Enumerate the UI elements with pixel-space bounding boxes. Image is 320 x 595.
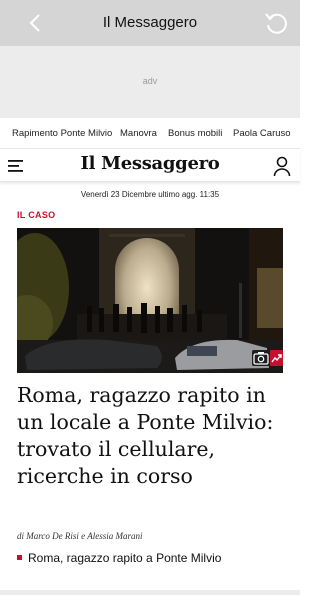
topic-link[interactable]: Rapimento Ponte Milvio xyxy=(12,128,112,139)
app-bar: Il Messaggero xyxy=(0,0,300,46)
topics-bar: Rapimento Ponte Milvio Manovra Bonus mob… xyxy=(0,118,300,148)
article-headline[interactable]: Roma, ragazzo rapito in un locale a Pont… xyxy=(17,382,287,490)
article-byline: di Marco De Risi e Alessia Marani xyxy=(17,531,143,541)
related-article-title[interactable]: Roma, ragazzo rapito a Ponte Milvio xyxy=(28,551,221,565)
last-updated-dateline: Venerdì 23 Dicembre ultimo agg. 11:35 xyxy=(80,190,220,199)
user-account-icon[interactable] xyxy=(272,155,292,177)
related-article-link[interactable]: Roma, ragazzo rapito a Ponte Milvio xyxy=(17,551,221,565)
section-label[interactable]: IL CASO xyxy=(17,210,55,220)
brand-header: Il Messaggero xyxy=(0,148,300,182)
ad-label: adv xyxy=(142,76,158,86)
photo-gallery-icon[interactable] xyxy=(252,350,270,366)
brand-logo[interactable]: Il Messaggero xyxy=(0,153,300,174)
reload-icon[interactable] xyxy=(262,9,290,37)
trending-icon[interactable] xyxy=(270,350,283,366)
app-title: Il Messaggero xyxy=(102,14,198,31)
topic-link[interactable]: Manovra xyxy=(120,128,157,139)
topic-link[interactable]: Bonus mobili xyxy=(168,128,222,139)
byline-authors[interactable]: Marco De Risi e Alessia Marani xyxy=(26,531,142,541)
byline-prefix: di xyxy=(17,531,25,541)
ad-banner[interactable]: adv xyxy=(0,46,300,118)
bottom-divider xyxy=(0,590,300,595)
lead-photo[interactable] xyxy=(17,228,283,373)
red-square-bullet-icon xyxy=(17,555,22,561)
night-street-scene xyxy=(17,228,283,373)
topic-link[interactable]: Paola Caruso xyxy=(233,128,291,139)
